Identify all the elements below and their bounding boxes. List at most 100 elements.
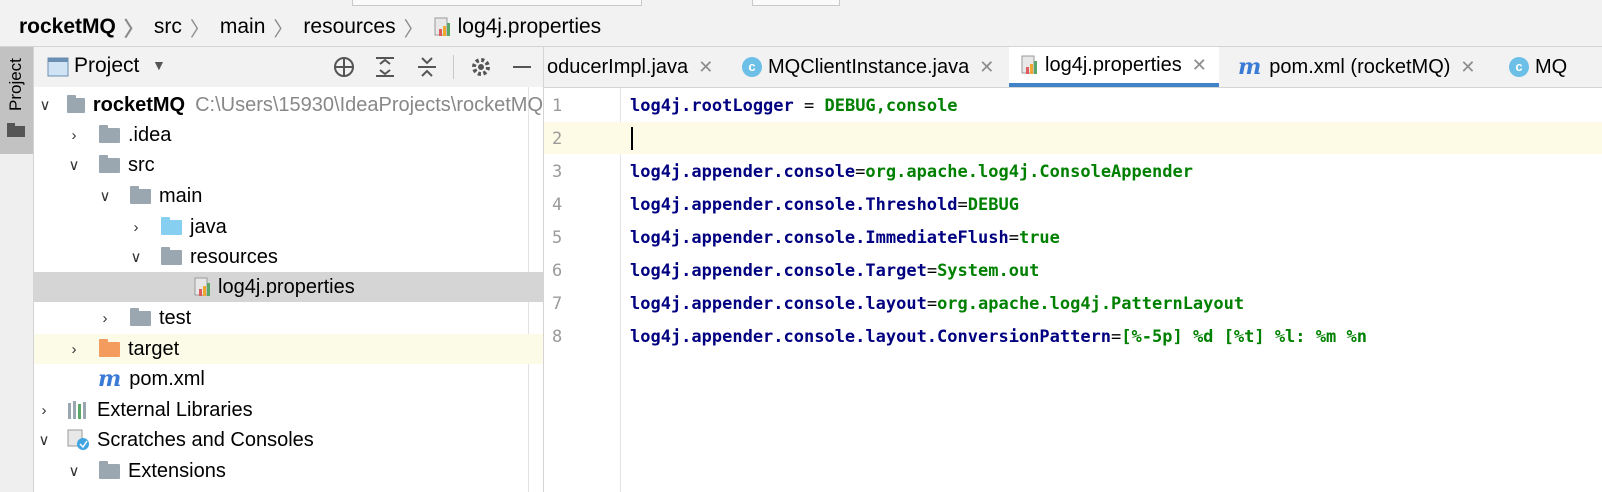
tree-node-label: main <box>159 184 203 207</box>
line-number: 2 <box>552 129 563 149</box>
chevron-right-icon[interactable]: › <box>67 127 81 144</box>
code-editor[interactable] <box>621 88 1602 492</box>
tree-node-extensions[interactable]: ∨ Extensions <box>34 456 543 486</box>
chevron-down-icon[interactable]: ∨ <box>67 156 81 174</box>
chevron-down-icon[interactable]: ∨ <box>98 187 112 205</box>
tree-node-label: .idea <box>128 123 172 146</box>
tab-label: pom.xml (rocketMQ) <box>1269 55 1451 78</box>
property-key: log4j.appender.console.layout <box>630 294 927 314</box>
tree-node-java[interactable]: › java <box>34 212 543 242</box>
tree-node-pom-xml[interactable]: m pom.xml <box>34 364 543 394</box>
code-line[interactable]: log4j.appender.console.layout.Conversion… <box>630 327 1367 347</box>
close-icon[interactable]: ✕ <box>1460 57 1475 78</box>
breadcrumb-label: rocketMQ <box>19 15 116 38</box>
chevron-right-icon[interactable]: › <box>129 219 143 236</box>
code-line[interactable]: log4j.appender.console=org.apache.log4j.… <box>630 162 1193 182</box>
tab-label: MQ <box>1535 55 1568 78</box>
close-icon[interactable]: ✕ <box>1192 55 1207 76</box>
line-number: 4 <box>552 195 563 215</box>
tab-producer-impl[interactable]: oducerImpl.java ✕ <box>547 47 713 87</box>
property-key: log4j.appender.console.layout.Conversion… <box>630 327 1112 347</box>
chevron-down-icon[interactable]: ∨ <box>37 431 51 449</box>
project-path: C:\Users\15930\IdeaProjects\rocketMQ <box>195 93 543 116</box>
toolbar-divider <box>453 55 454 79</box>
code-line[interactable]: log4j.appender.console.Threshold=DEBUG <box>630 195 1019 215</box>
tree-node-label: Scratches and Consoles <box>97 428 314 451</box>
tree-node-label: pom.xml <box>129 367 205 390</box>
chevron-right-icon: 〉 <box>403 18 424 41</box>
property-separator: = <box>926 294 938 314</box>
line-number: 8 <box>552 327 563 347</box>
tree-node-target[interactable]: › target <box>34 334 543 364</box>
code-line[interactable]: log4j.appender.console.layout=org.apache… <box>630 294 1244 314</box>
text-caret <box>631 127 633 150</box>
source-folder-icon <box>161 216 182 235</box>
code-line[interactable]: log4j.appender.console.Target=System.out <box>630 261 1039 281</box>
chevron-down-icon[interactable]: ∨ <box>67 462 81 480</box>
chevron-right-icon: 〉 <box>123 18 144 41</box>
chevron-down-icon[interactable]: ∨ <box>129 248 143 266</box>
tree-node-label: src <box>128 153 155 176</box>
top-toolbar-box-2[interactable] <box>752 0 840 6</box>
class-icon: c <box>1509 57 1529 77</box>
locate-file-icon[interactable] <box>332 55 356 79</box>
breadcrumb: rocketMQ 〉 src 〉 main 〉 resources 〉 log4… <box>0 8 1602 47</box>
tree-node-scratches[interactable]: ∨ Scratches and Consoles <box>34 425 543 455</box>
editor-tab-bar: oducerImpl.java ✕ c MQClientInstance.jav… <box>544 47 1602 88</box>
breadcrumb-label: src <box>153 15 182 38</box>
folder-icon <box>130 307 151 326</box>
project-tool-window-button[interactable]: Project <box>0 47 33 154</box>
property-key: log4j.rootLogger <box>630 96 794 116</box>
chevron-right-icon[interactable]: › <box>98 310 112 327</box>
tree-node-label: log4j.properties <box>218 275 355 298</box>
code-line[interactable]: log4j.appender.console.ImmediateFlush=tr… <box>630 228 1060 248</box>
library-icon <box>68 401 86 419</box>
chevron-down-icon[interactable]: ▼ <box>152 57 166 73</box>
expand-all-icon[interactable] <box>373 55 397 79</box>
chevron-right-icon: 〉 <box>189 18 210 41</box>
breadcrumb-item-project[interactable]: rocketMQ 〉 <box>19 13 154 42</box>
minimize-icon[interactable] <box>510 55 534 79</box>
tree-node-idea[interactable]: › .idea <box>34 120 543 150</box>
code-line[interactable]: log4j.rootLogger = DEBUG,console <box>630 96 958 116</box>
tree-node-external-libraries[interactable]: › External Libraries <box>34 395 543 425</box>
top-toolbar-box[interactable] <box>352 0 642 6</box>
tab-pom-xml[interactable]: m pom.xml (rocketMQ) ✕ <box>1238 47 1476 87</box>
tree-node-project-root[interactable]: ∨ rocketMQ C:\Users\15930\IdeaProjects\r… <box>34 90 543 120</box>
chevron-right-icon[interactable]: › <box>67 341 81 358</box>
properties-file-icon <box>1021 55 1039 75</box>
close-icon[interactable]: ✕ <box>698 57 713 78</box>
chevron-right-icon[interactable]: › <box>37 402 51 419</box>
folder-icon <box>7 123 25 137</box>
excluded-folder-icon <box>99 338 120 357</box>
project-stripe-label: Project <box>6 58 25 111</box>
close-icon[interactable]: ✕ <box>979 57 994 78</box>
property-key: log4j.appender.console.Threshold <box>630 195 958 215</box>
property-value: System.out <box>937 261 1040 281</box>
gear-icon[interactable] <box>469 55 493 79</box>
tree-node-resources[interactable]: ∨ resources <box>34 242 543 272</box>
breadcrumb-item-resources[interactable]: resources 〉 <box>303 13 433 42</box>
tab-log4j-properties[interactable]: log4j.properties ✕ <box>1009 47 1219 87</box>
tab-mqclientinstance[interactable]: c MQClientInstance.java ✕ <box>742 47 994 87</box>
property-value: org.apache.log4j.PatternLayout <box>937 294 1245 314</box>
line-number: 6 <box>552 261 563 281</box>
breadcrumb-item-src[interactable]: src 〉 <box>154 13 220 42</box>
folder-icon <box>130 185 151 204</box>
tree-node-label: External Libraries <box>97 398 253 421</box>
resources-folder-icon <box>161 246 182 265</box>
tree-node-src[interactable]: ∨ src <box>34 150 543 180</box>
chevron-down-icon[interactable]: ∨ <box>39 96 51 114</box>
breadcrumb-item-main[interactable]: main 〉 <box>220 13 304 42</box>
breadcrumb-item-file[interactable]: log4j.properties <box>434 15 601 39</box>
tree-node-label: resources <box>190 245 278 268</box>
collapse-all-icon[interactable] <box>415 55 439 79</box>
folder-icon <box>99 154 120 173</box>
tree-node-log4j-properties[interactable]: log4j.properties <box>34 272 543 302</box>
tree-node-main[interactable]: ∨ main <box>34 181 543 211</box>
project-panel-header: Project ▼ <box>34 47 543 87</box>
tree-node-label: rocketMQ <box>92 93 186 116</box>
tree-node-test[interactable]: › test <box>34 303 543 333</box>
project-view-selector[interactable]: Project <box>74 54 139 78</box>
tab-mq-truncated[interactable]: c MQ <box>1509 47 1567 87</box>
